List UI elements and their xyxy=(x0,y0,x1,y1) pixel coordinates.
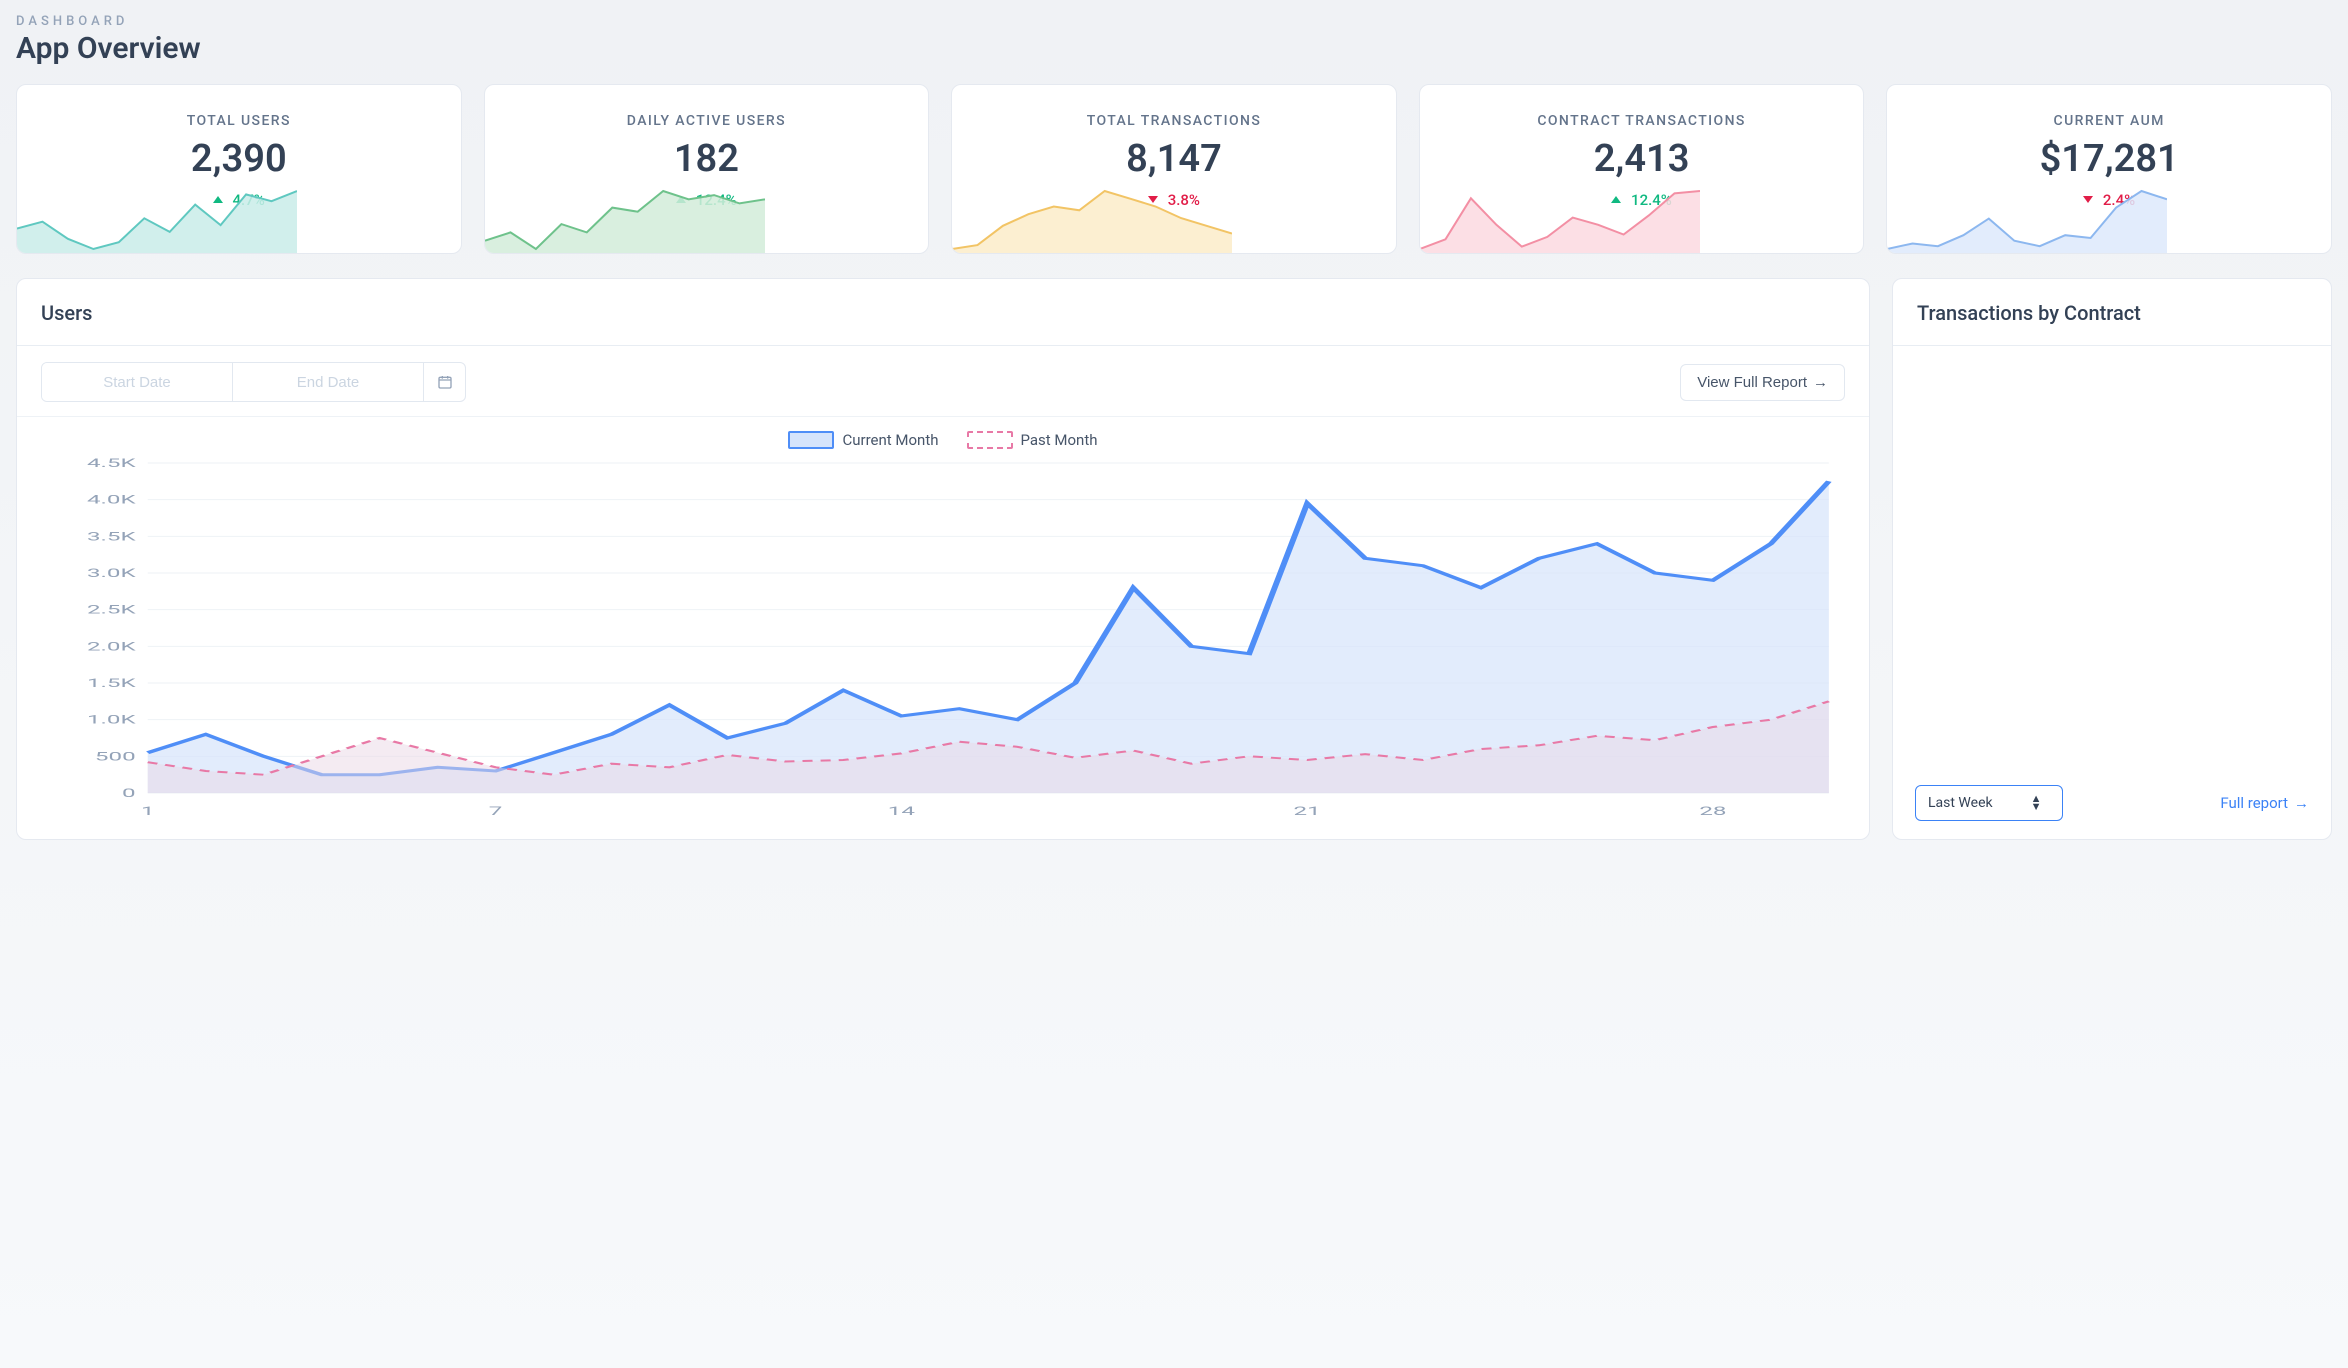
calendar-icon[interactable] xyxy=(423,363,465,401)
users-toolbar: View Full Report → xyxy=(17,346,1869,417)
transactions-panel-title: Transactions by Contract xyxy=(1893,279,2331,346)
sparkline xyxy=(1420,187,1700,253)
stat-card-contract-transactions[interactable]: CONTRACT TRANSACTIONS2,413 12.4% xyxy=(1419,84,1865,254)
full-report-link[interactable]: Full report → xyxy=(2220,794,2309,812)
stat-value: 182 xyxy=(485,137,929,181)
users-panel-title: Users xyxy=(17,279,1869,346)
range-select[interactable]: Last Week ▲▼ xyxy=(1915,785,2063,821)
transactions-body xyxy=(1893,346,2331,769)
svg-text:0: 0 xyxy=(122,786,136,800)
svg-text:1.0K: 1.0K xyxy=(87,712,136,726)
full-report-label: Full report xyxy=(2220,794,2288,812)
stat-label: DAILY ACTIVE USERS xyxy=(485,85,929,129)
start-date-input[interactable] xyxy=(42,363,232,401)
users-panel: Users View Full Report → Current Month P… xyxy=(16,278,1870,840)
legend-label-past: Past Month xyxy=(1021,431,1098,449)
legend-label-current: Current Month xyxy=(842,431,938,449)
stat-label: CURRENT AUM xyxy=(1887,85,2331,129)
date-range-picker xyxy=(41,362,466,402)
stat-card-current-aum[interactable]: CURRENT AUM$17,281 2.4% xyxy=(1886,84,2332,254)
sparkline xyxy=(485,187,765,253)
end-date-input[interactable] xyxy=(233,363,423,401)
range-select-value: Last Week xyxy=(1928,795,1993,811)
stat-value: 2,390 xyxy=(17,137,461,181)
sort-icon: ▲▼ xyxy=(2031,795,2042,811)
sparkline xyxy=(17,187,297,253)
page-eyebrow: DASHBOARD xyxy=(16,14,2332,29)
stat-label: TOTAL TRANSACTIONS xyxy=(952,85,1396,129)
sparkline xyxy=(1887,187,2167,253)
svg-text:500: 500 xyxy=(95,749,136,763)
svg-text:4.0K: 4.0K xyxy=(87,492,136,506)
svg-text:7: 7 xyxy=(489,804,503,818)
view-full-report-label: View Full Report xyxy=(1697,374,1807,391)
stat-card-daily-active-users[interactable]: DAILY ACTIVE USERS182 12.4% xyxy=(484,84,930,254)
stat-value: $17,281 xyxy=(1887,137,2331,181)
stat-value: 2,413 xyxy=(1420,137,1864,181)
svg-text:2.5K: 2.5K xyxy=(87,602,136,616)
svg-text:4.5K: 4.5K xyxy=(87,456,136,470)
svg-text:21: 21 xyxy=(1294,804,1321,818)
legend-swatch-past xyxy=(967,431,1013,449)
svg-text:3.5K: 3.5K xyxy=(87,529,136,543)
stat-card-total-users[interactable]: TOTAL USERS2,390 4.7% xyxy=(16,84,462,254)
svg-text:28: 28 xyxy=(1699,804,1726,818)
stat-card-row: TOTAL USERS2,390 4.7%DAILY ACTIVE USERS1… xyxy=(16,84,2332,254)
sparkline xyxy=(952,187,1232,253)
arrow-right-icon: → xyxy=(2294,794,2309,812)
svg-text:1.5K: 1.5K xyxy=(87,676,136,690)
chart-legend: Current Month Past Month xyxy=(37,431,1849,449)
users-chart: 0 500 1.0K 1.5K 2.0K 2.5K 3.0K 3.5K 4.0K 4.5K 1 7 14… xyxy=(37,453,1849,823)
svg-text:2.0K: 2.0K xyxy=(87,639,136,653)
view-full-report-button[interactable]: View Full Report → xyxy=(1680,364,1845,401)
transactions-by-contract-panel: Transactions by Contract Last Week ▲▼ Fu… xyxy=(1892,278,2332,840)
stat-card-total-transactions[interactable]: TOTAL TRANSACTIONS8,147 3.8% xyxy=(951,84,1397,254)
svg-text:14: 14 xyxy=(888,804,916,818)
stat-label: TOTAL USERS xyxy=(17,85,461,129)
page-title: App Overview xyxy=(16,31,2332,66)
svg-text:1: 1 xyxy=(141,804,155,818)
arrow-right-icon: → xyxy=(1813,374,1828,391)
svg-text:3.0K: 3.0K xyxy=(87,566,136,580)
stat-label: CONTRACT TRANSACTIONS xyxy=(1420,85,1864,129)
stat-value: 8,147 xyxy=(952,137,1396,181)
legend-swatch-current xyxy=(788,431,834,449)
